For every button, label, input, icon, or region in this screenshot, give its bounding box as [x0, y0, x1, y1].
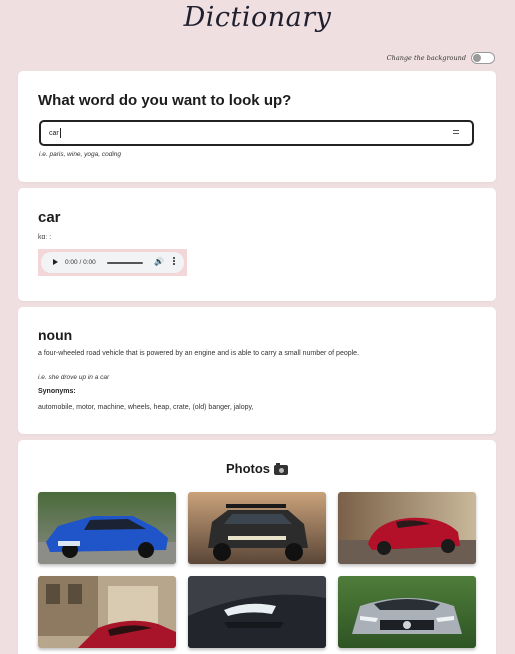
search-input[interactable] — [49, 126, 429, 140]
text-caret — [60, 128, 61, 138]
word-title: car — [38, 209, 61, 226]
audio-progress-slider[interactable] — [107, 262, 143, 264]
audio-frame: 0:00 / 0:00 🔊 — [38, 249, 187, 276]
search-card: What word do you want to look up? i.e. p… — [18, 71, 496, 182]
search-menu-icon[interactable] — [453, 130, 459, 135]
example-text: i.e. she drove up in a car — [38, 374, 110, 381]
photo-blue-sports-sedan[interactable] — [38, 492, 176, 564]
background-toggle-label: Change the background — [386, 54, 466, 62]
definition-text: a four-wheeled road vehicle that is powe… — [38, 350, 360, 357]
word-card: car kɑː : 0:00 / 0:00 🔊 — [18, 188, 496, 301]
play-icon[interactable] — [53, 259, 58, 265]
photo-dark-car-headlight[interactable] — [188, 576, 326, 648]
search-hint: i.e. paris, wine, yoga, coding — [39, 151, 122, 158]
volume-icon[interactable]: 🔊 — [154, 257, 164, 266]
synonyms-label: Synonyms: — [38, 388, 76, 395]
background-toggle-group: Change the background — [387, 52, 495, 64]
audio-time: 0:00 / 0:00 — [65, 259, 96, 266]
synonyms-list: automobile, motor, machine, wheels, heap… — [38, 404, 254, 411]
search-box[interactable] — [39, 120, 474, 146]
photo-red-car-street[interactable] — [38, 576, 176, 648]
search-heading: What word do you want to look up? — [38, 92, 292, 109]
background-toggle[interactable] — [471, 52, 495, 64]
part-of-speech: noun — [38, 327, 73, 343]
photos-heading: Photos — [18, 461, 496, 476]
toggle-knob — [473, 54, 481, 62]
camera-icon — [274, 462, 289, 475]
meaning-card: noun a four-wheeled road vehicle that is… — [18, 307, 496, 434]
app-title: Dictionary — [183, 2, 332, 33]
more-options-icon[interactable] — [173, 257, 175, 266]
photo-red-convertible[interactable] — [338, 492, 476, 564]
photo-silver-amg-coupe[interactable] — [338, 576, 476, 648]
phonetic-text: kɑː : — [38, 234, 52, 241]
photos-card: Photos — [18, 440, 496, 654]
photo-black-offroad-pickup[interactable] — [188, 492, 326, 564]
audio-player[interactable]: 0:00 / 0:00 🔊 — [41, 252, 184, 273]
